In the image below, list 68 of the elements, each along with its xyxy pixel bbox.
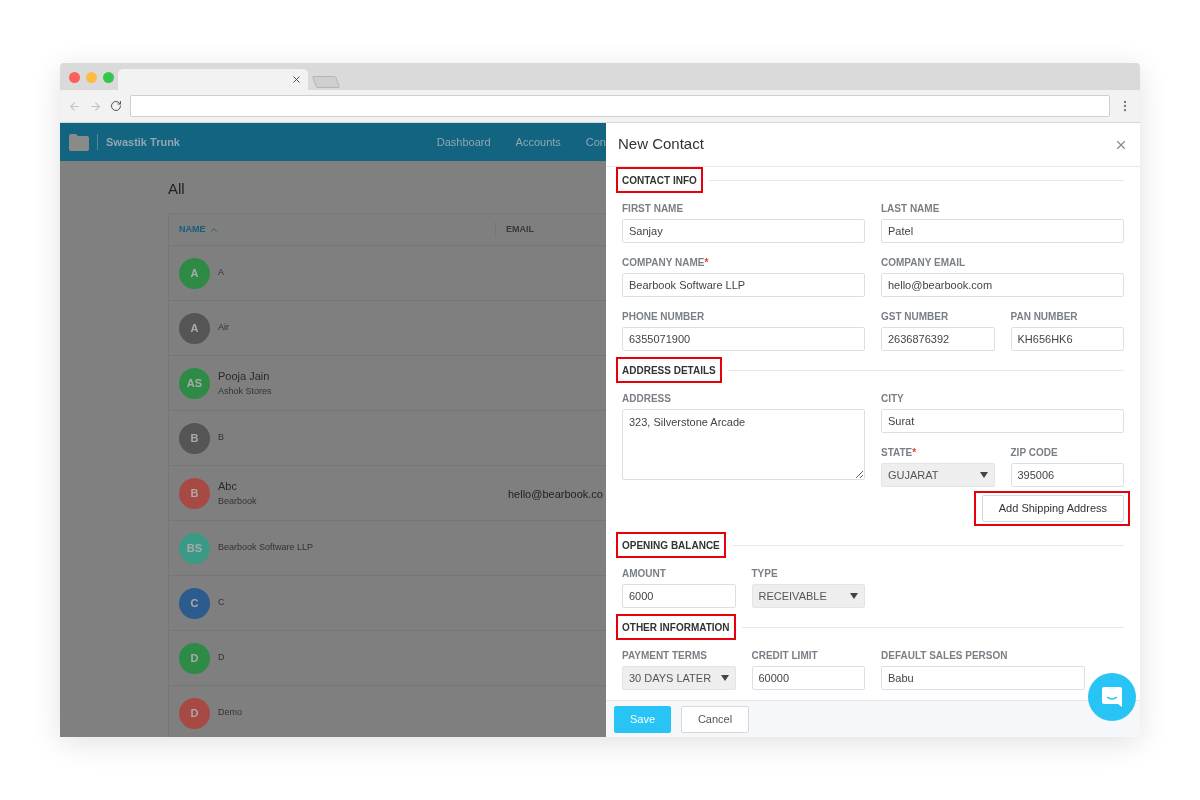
field-label: TYPE xyxy=(751,567,779,580)
input-field[interactable]: Patel xyxy=(881,219,1124,243)
avatar: C xyxy=(179,587,210,619)
caret-icon xyxy=(720,675,729,681)
section-title: OPENING BALANCE xyxy=(616,532,726,558)
field-label: CITY xyxy=(881,392,905,405)
minimize-window-icon[interactable] xyxy=(86,72,97,83)
close-tab-icon[interactable] xyxy=(291,74,302,85)
field-label: PHONE NUMBER xyxy=(622,310,706,323)
input-field[interactable]: hello@bearbook.com xyxy=(881,273,1124,297)
field-label: CREDIT LIMIT xyxy=(751,649,819,662)
caret-icon xyxy=(850,593,858,599)
back-icon[interactable] xyxy=(68,99,81,113)
field-label: ZIP CODE xyxy=(1010,446,1059,459)
field-label: DEFAULT SALES PERSON xyxy=(881,649,1009,662)
avatar: D xyxy=(179,697,210,729)
select-field[interactable]: 30 DAYS LATER xyxy=(622,666,736,690)
avatar: D xyxy=(179,642,210,674)
input-field[interactable]: 2636876392 xyxy=(881,327,995,351)
select-field[interactable]: RECEIVABLE xyxy=(751,584,865,608)
field-label: FIRST NAME xyxy=(622,202,685,215)
field-label: STATE* xyxy=(881,446,918,459)
field-label: AMOUNT xyxy=(622,567,667,580)
panel-title: New Contact xyxy=(618,134,704,155)
select-field[interactable]: GUJARAT xyxy=(881,463,995,487)
avatar: B xyxy=(179,477,210,509)
maximize-window-icon[interactable] xyxy=(103,72,114,83)
input-field[interactable]: 60000 xyxy=(751,666,865,690)
field-label: GST NUMBER xyxy=(881,310,950,323)
avatar: BS xyxy=(179,532,210,564)
chat-icon xyxy=(1101,686,1123,708)
field-label: PAN NUMBER xyxy=(1010,310,1079,323)
field-label: PAYMENT TERMS xyxy=(622,649,708,662)
field-label: COMPANY EMAIL xyxy=(881,256,967,269)
section-title: ADDRESS DETAILS xyxy=(616,357,722,383)
company-name: Ashok Stores xyxy=(218,384,272,398)
add-shipping-address-button[interactable]: Add Shipping Address xyxy=(981,495,1124,522)
input-field[interactable]: Babu xyxy=(881,666,1085,690)
list-title: All xyxy=(168,179,186,199)
contact-name[interactable]: Pooja Jain xyxy=(218,368,272,385)
input-field[interactable]: 395006 xyxy=(1010,463,1124,487)
close-window-icon[interactable] xyxy=(69,72,80,83)
forward-icon[interactable] xyxy=(89,99,102,113)
input-field[interactable]: 6355071900 xyxy=(622,327,865,351)
avatar: A xyxy=(179,257,210,289)
input-field[interactable]: 6000 xyxy=(622,584,736,608)
url-field[interactable] xyxy=(130,95,1110,117)
input-field[interactable]: KH656HK6 xyxy=(1010,327,1124,351)
field-label: ADDRESS xyxy=(622,392,672,405)
avatar: AS xyxy=(179,367,210,399)
address-field[interactable]: 323, Silverstone Arcade xyxy=(622,409,865,480)
new-tab-icon[interactable] xyxy=(311,76,341,88)
contact-name[interactable]: Abc xyxy=(218,478,257,495)
input-field[interactable]: Bearbook Software LLP xyxy=(622,273,865,297)
avatar: B xyxy=(179,422,210,454)
cancel-button[interactable]: Cancel xyxy=(681,705,749,733)
folder-icon xyxy=(69,133,89,151)
contact-email: hello@bearbook.co xyxy=(508,488,603,500)
section-title: CONTACT INFO xyxy=(616,167,703,193)
avatar: A xyxy=(179,312,210,344)
caret-icon xyxy=(979,472,988,478)
field-label: COMPANY NAME* xyxy=(622,256,710,269)
company-name: Bearbook xyxy=(218,494,257,508)
section-title: OTHER INFORMATION xyxy=(616,614,736,640)
reload-icon[interactable] xyxy=(110,100,122,112)
input-field[interactable]: Sanjay xyxy=(622,219,865,243)
input-field[interactable]: Surat xyxy=(881,409,1124,433)
field-label: LAST NAME xyxy=(881,202,941,215)
